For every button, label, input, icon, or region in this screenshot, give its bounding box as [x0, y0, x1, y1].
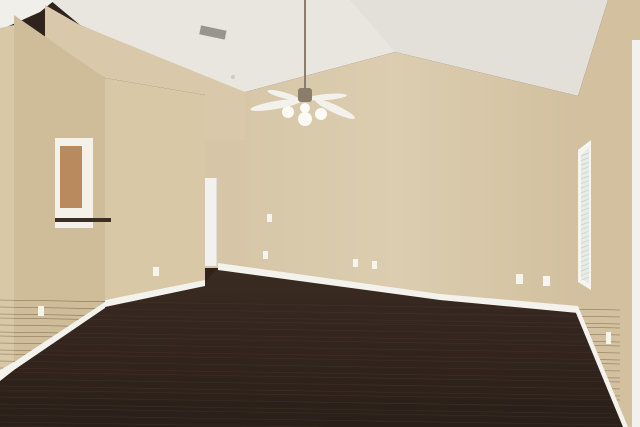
outlet [372, 261, 377, 269]
right-door-frame [632, 40, 640, 427]
niche-shelf [55, 218, 111, 222]
niche-back-panel [60, 146, 82, 208]
partition-wall [105, 78, 205, 300]
outlet [606, 332, 611, 344]
outlet [353, 259, 358, 267]
fan-light [298, 112, 312, 126]
room-illustration [0, 0, 640, 427]
ceiling-detector [231, 75, 235, 79]
left-edge-wall [0, 25, 14, 380]
outlet [38, 306, 44, 316]
outlet [543, 276, 550, 286]
fan-light [282, 106, 294, 118]
room-scene [0, 0, 640, 427]
outlet [153, 267, 159, 276]
fan-light [300, 103, 310, 113]
fan-light [315, 108, 327, 120]
door [205, 178, 217, 266]
wall-switch [267, 214, 272, 222]
outlet [263, 251, 268, 259]
outlet [516, 274, 523, 284]
